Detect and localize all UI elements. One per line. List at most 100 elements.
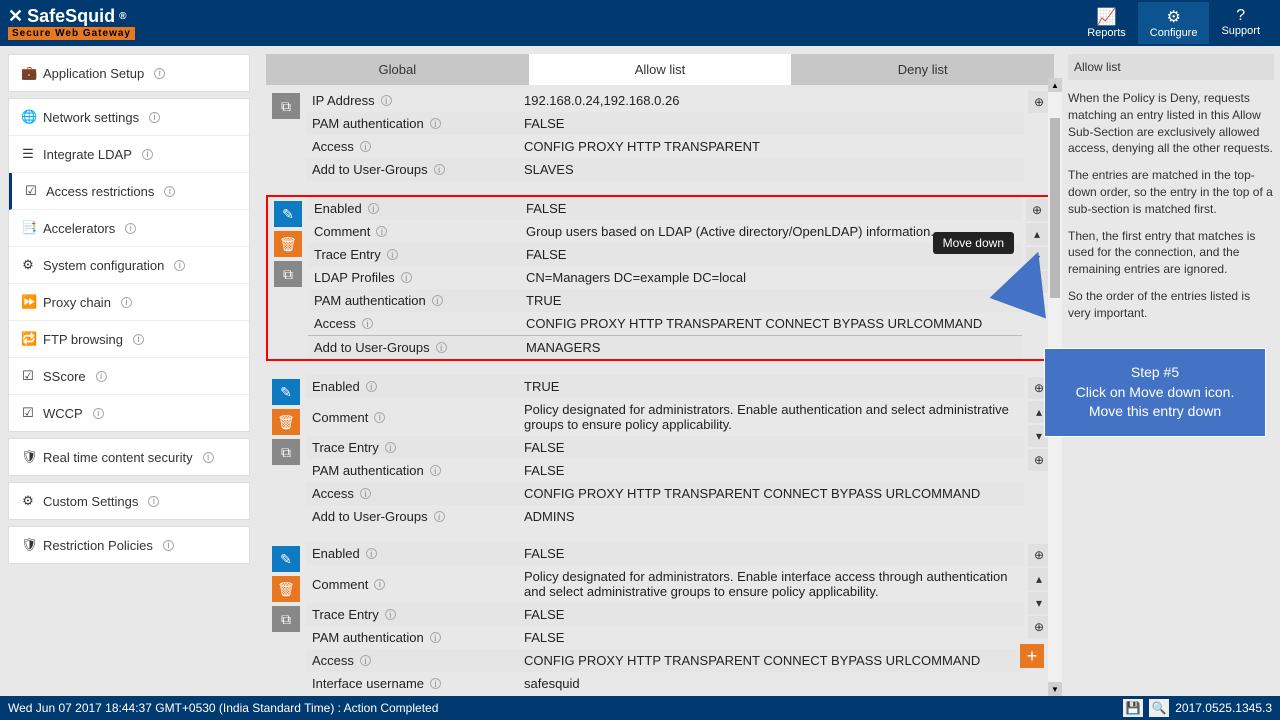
- delete-button[interactable]: 🗑: [272, 409, 300, 435]
- gear-icon: ⚙: [1150, 7, 1198, 27]
- clone-button[interactable]: ⧉: [274, 261, 302, 287]
- support-button[interactable]: ?Support: [1209, 2, 1272, 44]
- sidebar-item-network[interactable]: 🌐Network settingsi: [9, 99, 249, 136]
- info-icon: i: [381, 95, 392, 106]
- move-bottom-button[interactable]: ⊕: [1028, 449, 1050, 471]
- info-icon: i: [432, 295, 443, 306]
- sidebar-item-restriction[interactable]: 🛡Restriction Policiesi: [9, 527, 249, 563]
- info-icon: i: [362, 318, 373, 329]
- sidebar-item-app-setup[interactable]: 💼Application Setupi: [9, 55, 249, 91]
- sidebar-item-realtime[interactable]: 🛡Real time content securityi: [9, 439, 249, 475]
- info-icon: i: [368, 203, 379, 214]
- shield-icon: 🛡: [21, 537, 35, 553]
- header-nav: 📈Reports ⚙Configure ?Support: [1075, 2, 1272, 44]
- move-down-button[interactable]: ▾: [1028, 592, 1050, 614]
- search-button[interactable]: 🔍: [1149, 699, 1169, 717]
- info-icon: i: [434, 164, 445, 175]
- sidebar-item-sscore[interactable]: ☑SScorei: [9, 358, 249, 395]
- brand-name: SafeSquid: [27, 6, 115, 27]
- sidebar-item-accelerators[interactable]: 📑Acceleratorsi: [9, 210, 249, 247]
- clone-button[interactable]: ⧉: [272, 606, 300, 632]
- add-entry-button[interactable]: +: [1020, 644, 1044, 668]
- info-icon: i: [149, 112, 160, 123]
- callout-title: Step #5: [1061, 363, 1249, 383]
- save-button[interactable]: 💾: [1123, 699, 1143, 717]
- content-scroll: ⧉ IP Addressi192.168.0.24,192.168.0.26 P…: [258, 85, 1062, 696]
- info-icon: i: [430, 678, 441, 689]
- move-top-button[interactable]: ⊕: [1026, 199, 1048, 221]
- info-icon: i: [154, 68, 165, 79]
- configure-button[interactable]: ⚙Configure: [1138, 2, 1210, 44]
- sidebar-item-sysconfig[interactable]: ⚙System configurationi: [9, 247, 249, 284]
- move-bottom-button[interactable]: ⊕: [1028, 616, 1050, 638]
- sidebar-item-proxy[interactable]: ⏩Proxy chaini: [9, 284, 249, 321]
- move-top-button[interactable]: ⊕: [1028, 544, 1050, 566]
- list-icon: ☰: [21, 146, 35, 162]
- reg-mark: ®: [119, 11, 126, 22]
- status-text: Wed Jun 07 2017 18:44:37 GMT+0530 (India…: [8, 701, 438, 715]
- help-text: Then, the first entry that matches is us…: [1068, 228, 1274, 278]
- info-icon: i: [434, 511, 445, 522]
- help-icon: ?: [1221, 7, 1260, 25]
- move-down-tooltip: Move down: [933, 232, 1014, 254]
- app-header: ✕ SafeSquid ® Secure Web Gateway 📈Reports…: [0, 0, 1280, 46]
- cog-icon: ⚙: [21, 257, 35, 273]
- refresh-icon: 🔁: [21, 331, 35, 347]
- forward-icon: ⏩: [21, 294, 35, 310]
- edit-button[interactable]: ✎: [272, 546, 300, 572]
- tab-allow[interactable]: Allow list: [529, 54, 792, 85]
- edit-button[interactable]: ✎: [274, 201, 302, 227]
- brand-logo: ✕ SafeSquid ®: [8, 6, 135, 27]
- sidebar-item-ldap[interactable]: ☰Integrate LDAPi: [9, 136, 249, 173]
- main-area: Global Allow list Deny list ⧉ IP Address…: [258, 46, 1062, 696]
- info-icon: i: [360, 655, 371, 666]
- entry-2: ✎ 🗑 ⧉ EnablediTRUE CommentiPolicy design…: [266, 375, 1054, 528]
- info-icon: i: [142, 149, 153, 160]
- info-icon: i: [366, 548, 377, 559]
- info-icon: i: [203, 452, 214, 463]
- info-icon: i: [385, 609, 396, 620]
- tab-deny[interactable]: Deny list: [791, 54, 1054, 85]
- info-icon: i: [148, 496, 159, 507]
- delete-button[interactable]: 🗑: [274, 231, 302, 257]
- info-icon: i: [430, 632, 441, 643]
- move-up-button[interactable]: ▴: [1026, 223, 1048, 245]
- delete-button[interactable]: 🗑: [272, 576, 300, 602]
- help-text: So the order of the entries listed is ve…: [1068, 288, 1274, 322]
- help-title: Allow list: [1068, 54, 1274, 80]
- status-bar: Wed Jun 07 2017 18:44:37 GMT+0530 (India…: [0, 696, 1280, 720]
- sidebar-item-ftp[interactable]: 🔁FTP browsingi: [9, 321, 249, 358]
- tab-global[interactable]: Global: [266, 54, 529, 85]
- edit-button[interactable]: ✎: [272, 379, 300, 405]
- info-icon: i: [93, 408, 104, 419]
- sidebar-item-custom[interactable]: ⚙Custom Settingsi: [9, 483, 249, 519]
- reports-button[interactable]: 📈Reports: [1075, 2, 1138, 44]
- info-icon: i: [360, 141, 371, 152]
- scroll-up-icon[interactable]: ▲: [1048, 78, 1062, 92]
- sliders-icon: ⚙: [21, 493, 35, 509]
- clone-button[interactable]: ⧉: [272, 439, 300, 465]
- shield-icon: 🛡: [21, 449, 35, 465]
- info-icon: i: [401, 272, 412, 283]
- entry-0-partial: ⧉ IP Addressi192.168.0.24,192.168.0.26 P…: [266, 89, 1054, 181]
- wrench-icon: ✕: [8, 6, 23, 27]
- brand-tagline: Secure Web Gateway: [8, 27, 135, 40]
- info-icon: i: [436, 342, 447, 353]
- move-top-button[interactable]: ⊕: [1028, 91, 1050, 113]
- info-icon: i: [125, 223, 136, 234]
- scroll-down-icon[interactable]: ▼: [1048, 682, 1062, 696]
- logo-area: ✕ SafeSquid ® Secure Web Gateway: [8, 6, 135, 40]
- sidebar-item-wccp[interactable]: ☑WCCPi: [9, 395, 249, 431]
- check-icon: ☑: [21, 368, 35, 384]
- help-text: The entries are matched in the top-down …: [1068, 167, 1274, 217]
- info-icon: i: [374, 579, 385, 590]
- sidebar-item-access[interactable]: ☑Access restrictionsi: [9, 173, 249, 210]
- info-icon: i: [163, 540, 174, 551]
- check-icon: ☑: [21, 405, 35, 421]
- callout-line: Move this entry down: [1061, 402, 1249, 422]
- info-icon: i: [374, 412, 385, 423]
- move-up-button[interactable]: ▴: [1028, 568, 1050, 590]
- info-icon: i: [360, 488, 371, 499]
- info-icon: i: [430, 465, 441, 476]
- clone-button[interactable]: ⧉: [272, 93, 300, 119]
